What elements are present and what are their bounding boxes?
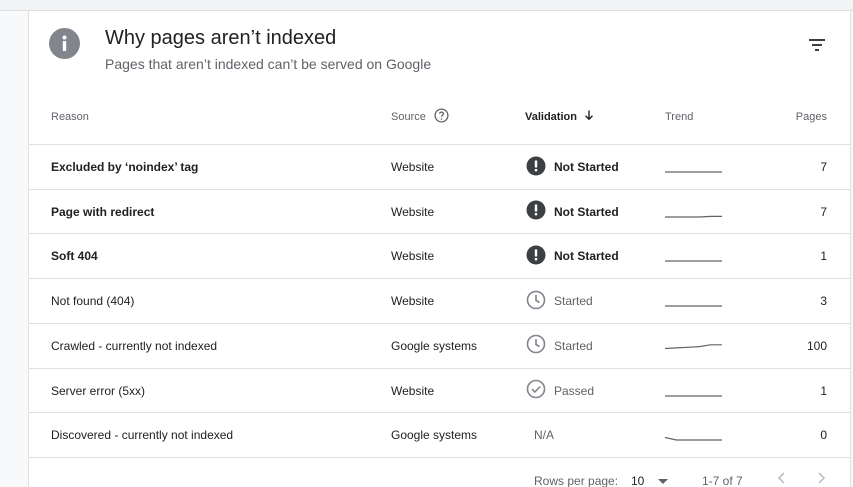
row-validation-status: Started <box>554 338 593 353</box>
row-trend-sparkline <box>665 145 723 189</box>
dropdown-arrow-icon <box>658 474 669 487</box>
row-reason: Crawled - currently not indexed <box>51 338 218 353</box>
row-source: Website <box>391 249 435 264</box>
row-source: Website <box>391 204 435 219</box>
row-source: Website <box>391 160 435 174</box>
table-row[interactable]: Not found (404) Website Started 3 <box>29 278 850 323</box>
clock-icon <box>526 334 546 357</box>
chevron-right-icon[interactable] <box>814 471 828 487</box>
table-row[interactable]: Server error (5xx) Website Passed 1 <box>29 367 850 413</box>
column-header-reason: Reason <box>51 111 89 123</box>
exclamation-icon <box>526 245 546 268</box>
not-indexed-card: Why pages aren’t indexed Pages that aren… <box>28 11 851 487</box>
filter-icon[interactable] <box>805 33 829 57</box>
row-trend-sparkline <box>665 413 723 457</box>
row-reason: Not found (404) <box>51 294 135 309</box>
row-validation: Not Started <box>526 145 619 189</box>
row-pages-count: 1 <box>820 383 827 398</box>
row-validation: Not Started <box>526 234 619 278</box>
help-icon[interactable] <box>434 108 449 126</box>
rows-per-page-value: 10 <box>631 474 645 487</box>
column-header-validation-label: Validation <box>525 110 577 123</box>
row-source: Google systems <box>391 428 478 443</box>
row-validation-status: Not Started <box>554 204 619 219</box>
row-validation: N/A <box>526 413 554 457</box>
row-validation-status: Passed <box>554 383 595 398</box>
row-pages-count: 7 <box>820 160 827 174</box>
row-reason: Discovered - currently not indexed <box>51 428 234 443</box>
rows-per-page-select[interactable]: 10 <box>631 474 669 487</box>
row-source: Website <box>391 383 435 398</box>
rows-per-page-label: Rows per page: <box>534 474 619 487</box>
row-trend-sparkline <box>665 369 723 413</box>
row-validation-status: Started <box>554 294 593 309</box>
column-header-pages: Pages <box>795 111 827 123</box>
row-reason: Soft 404 <box>51 249 98 264</box>
exclamation-icon <box>526 156 546 179</box>
row-validation-status: Not Started <box>554 249 619 264</box>
footer-divider <box>29 457 850 458</box>
row-source: Website <box>391 294 435 309</box>
row-pages-count: 0 <box>820 428 827 443</box>
table-row[interactable]: Crawled - currently not indexed Google sy… <box>29 322 850 368</box>
chevron-left-icon[interactable] <box>775 471 789 487</box>
column-header-source: Source <box>391 108 449 126</box>
top-bar-edge <box>0 0 853 11</box>
row-pages-count: 100 <box>806 338 827 353</box>
card-title: Why pages aren’t indexed <box>105 27 337 49</box>
row-reason: Page with redirect <box>51 204 155 219</box>
row-trend-sparkline <box>665 279 723 323</box>
arrow-down-icon <box>583 109 595 124</box>
left-gutter <box>0 11 28 487</box>
row-pages-count: 3 <box>820 294 827 309</box>
exclamation-icon <box>526 200 546 223</box>
row-trend-sparkline <box>665 190 723 234</box>
table-row[interactable]: Soft 404 Website Not Started 1 <box>29 233 850 278</box>
check-circle-icon <box>526 379 546 402</box>
column-header-source-label: Source <box>391 111 426 123</box>
column-header-validation[interactable]: Validation <box>525 109 595 124</box>
pagination-range: 1-7 of 7 <box>702 474 743 487</box>
table-row[interactable]: Page with redirect Website Not Started 7 <box>29 188 850 234</box>
row-trend-sparkline <box>665 234 723 278</box>
clock-icon <box>526 290 546 313</box>
row-pages-count: 7 <box>820 204 827 219</box>
row-validation-status: Not Started <box>554 160 619 174</box>
row-validation: Not Started <box>526 190 619 234</box>
row-source: Google systems <box>391 338 478 353</box>
row-reason: Excluded by ‘noindex’ tag <box>51 160 199 174</box>
row-validation-status: N/A <box>534 428 555 443</box>
card-subtitle: Pages that aren’t indexed can’t be serve… <box>105 56 432 72</box>
row-validation: Passed <box>526 369 594 413</box>
info-icon <box>49 28 80 59</box>
row-validation: Started <box>526 279 593 323</box>
row-pages-count: 1 <box>820 249 827 264</box>
table-row[interactable]: Excluded by ‘noindex’ tag Website Not Star… <box>29 144 850 189</box>
row-reason: Server error (5xx) <box>51 383 146 398</box>
column-header-trend: Trend <box>665 111 694 123</box>
row-trend-sparkline <box>665 324 723 368</box>
row-validation: Started <box>526 324 593 368</box>
table-row[interactable]: Discovered - currently not indexed Google… <box>29 412 850 457</box>
